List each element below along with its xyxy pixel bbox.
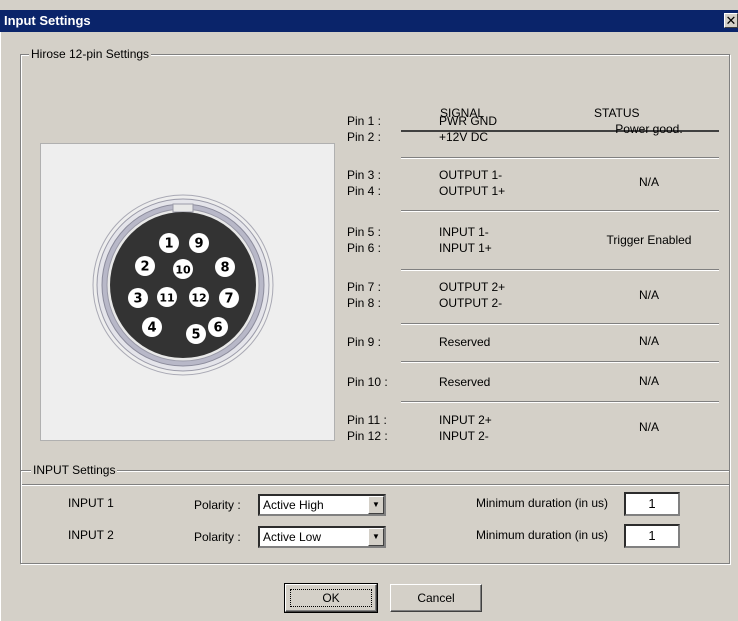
input2-polarity-value: Active Low (263, 530, 322, 544)
signal-label: Reserved (439, 335, 491, 349)
connector-pin-label-12: 12 (191, 292, 206, 305)
status-text: N/A (638, 334, 659, 348)
status-text: N/A (638, 288, 659, 302)
connector-pin-label-1: 1 (164, 237, 173, 252)
window-title: Input Settings (4, 13, 91, 28)
row-divider (401, 210, 719, 212)
signal-label: OUTPUT 2+ (439, 280, 506, 294)
connector-pin-label-6: 6 (213, 321, 222, 336)
pin-label: Pin 10 : (347, 375, 388, 389)
title-bar: Input Settings ✕ (0, 10, 738, 32)
signal-names: INPUT 1- INPUT 1+ (439, 224, 559, 256)
status-text: N/A (638, 374, 659, 388)
pin-row-10: Pin 10 : Reserved N/A (347, 374, 719, 394)
hirose-group-title: Hirose 12-pin Settings (29, 47, 152, 61)
signal-label: Reserved (439, 375, 491, 389)
signal-label: OUTPUT 1+ (439, 184, 506, 198)
connector-pin-label-8: 8 (220, 261, 229, 276)
ok-label: OK (322, 591, 340, 605)
connector-pin-label-11: 11 (159, 292, 174, 305)
pin-numbers: Pin 3 : Pin 4 : (347, 167, 417, 199)
signal-names: OUTPUT 2+ OUTPUT 2- (439, 279, 559, 311)
pin-label: Pin 12 : (347, 429, 388, 443)
signal-names: INPUT 2+ INPUT 2- (439, 412, 559, 444)
input2-min-duration-field[interactable]: 1 (624, 524, 680, 548)
connector-diagram: 1 2 3 4 5 6 7 8 9 10 11 12 (40, 143, 335, 441)
cancel-label: Cancel (417, 591, 455, 605)
pin-label: Pin 6 : (347, 241, 382, 255)
signal-label: INPUT 2+ (439, 413, 492, 427)
pin-numbers: Pin 7 : Pin 8 : (347, 279, 417, 311)
pin-label: Pin 11 : (347, 413, 387, 427)
row-divider (401, 361, 719, 363)
input1-polarity-select[interactable]: Active High ▼ (258, 494, 386, 516)
signal-label: INPUT 1+ (439, 241, 492, 255)
connector-pin-label-10: 10 (175, 264, 191, 277)
pin-label: Pin 4 : (347, 184, 382, 198)
pin-label: Pin 5 : (347, 225, 382, 239)
pin-row-11-12: Pin 11 : Pin 12 : INPUT 2+ INPUT 2- N/A (347, 412, 719, 448)
pin-numbers: Pin 5 : Pin 6 : (347, 224, 417, 256)
cancel-button[interactable]: Cancel (390, 584, 482, 612)
row-divider (401, 323, 719, 325)
status-text: N/A (638, 175, 659, 189)
status-text: Trigger Enabled (606, 233, 692, 247)
pin-label: Pin 3 : (347, 168, 382, 182)
close-icon[interactable]: ✕ (724, 13, 738, 28)
signal-names: OUTPUT 1- OUTPUT 1+ (439, 167, 559, 199)
connector-pin-label-7: 7 (224, 292, 233, 307)
pin-label: Pin 8 : (347, 296, 382, 310)
dialog-body: Hirose 12-pin Settings SIGNAL STATUS 123… (0, 32, 738, 621)
signal-label: INPUT 1- (439, 225, 489, 239)
input2-polarity-select[interactable]: Active Low ▼ (258, 526, 386, 548)
input1-polarity-label: Polarity : (194, 498, 241, 512)
signal-label: OUTPUT 2- (439, 296, 503, 310)
pin-row-5-6: Pin 5 : Pin 6 : INPUT 1- INPUT 1+ Trigge… (347, 224, 719, 260)
row-divider (401, 401, 719, 403)
connector-pin-label-4: 4 (147, 321, 156, 336)
pin-row-1-2: Pin 1 : Pin 2 : PWR GND +12V DC Power go… (347, 113, 719, 149)
pin-numbers: Pin 1 : Pin 2 : (347, 113, 417, 145)
signal-label: PWR GND (439, 114, 497, 128)
row-divider (401, 269, 719, 271)
signal-label: OUTPUT 1- (439, 168, 503, 182)
input1-min-duration-label: Minimum duration (in us) (476, 496, 609, 510)
chevron-down-icon[interactable]: ▼ (368, 496, 384, 514)
input1-polarity-value: Active High (263, 498, 324, 512)
input2-name: INPUT 2 (68, 528, 114, 542)
connector-pin-label-2: 2 (140, 260, 149, 275)
pin-row-3-4: Pin 3 : Pin 4 : OUTPUT 1- OUTPUT 1+ N/A (347, 167, 719, 203)
ok-button[interactable]: OK (284, 583, 378, 613)
input1-min-duration-field[interactable]: 1 (624, 492, 680, 516)
signal-label: +12V DC (439, 130, 489, 144)
input-settings-group: INPUT Settings (20, 463, 730, 564)
pin-label: Pin 1 : (347, 114, 382, 128)
pin-numbers: Pin 11 : Pin 12 : (347, 412, 417, 444)
pin-row-9: Pin 9 : Reserved N/A (347, 334, 719, 354)
input-group-title: INPUT Settings (31, 463, 118, 477)
hirose-connector-icon: 1234 5 67891011 12 (92, 194, 274, 376)
input2-min-duration-label: Minimum duration (in us) (476, 528, 609, 542)
chevron-down-icon[interactable]: ▼ (368, 528, 384, 546)
input1-name: INPUT 1 (68, 496, 114, 510)
pin-label: Pin 7 : (347, 280, 382, 294)
input2-polarity-label: Polarity : (194, 530, 241, 544)
connector-pin-label-9: 9 (194, 237, 203, 252)
connector-pin-label-5: 5 (191, 328, 200, 343)
status-text: N/A (638, 420, 659, 434)
pin-label: Pin 9 : (347, 335, 382, 349)
pin-label: Pin 2 : (347, 130, 382, 144)
row-divider (401, 157, 719, 159)
signal-names: PWR GND +12V DC (439, 113, 559, 145)
pin-row-7-8: Pin 7 : Pin 8 : OUTPUT 2+ OUTPUT 2- N/A (347, 279, 719, 315)
status-text: Power good. (615, 122, 683, 136)
signal-label: INPUT 2- (439, 429, 489, 443)
connector-pin-label-3: 3 (133, 292, 142, 307)
